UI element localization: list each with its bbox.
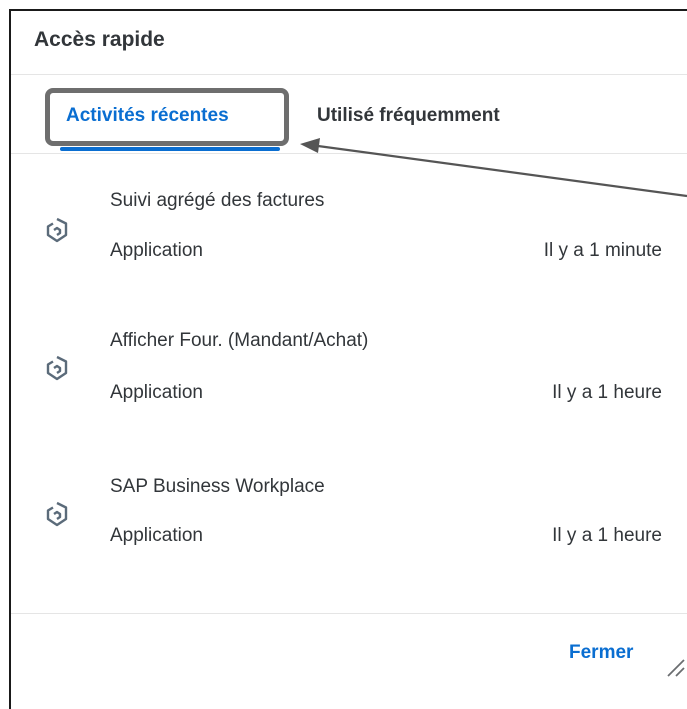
app-icon [46,501,68,527]
list-item-time: Il y a 1 heure [552,382,662,403]
footer-divider [11,613,687,614]
dialog-title: Accès rapide [34,28,165,51]
list-item[interactable]: Afficher Four. (Mandant/Achat) Applicati… [0,318,687,438]
list-item[interactable]: SAP Business Workplace Application Il y … [0,462,687,582]
list-item-time: Il y a 1 minute [543,240,662,261]
list-item-title: Afficher Four. (Mandant/Achat) [110,330,369,351]
tabs-divider [11,153,687,154]
active-tab-indicator [60,147,280,151]
resize-handle-icon[interactable] [664,656,686,678]
list-item-type: Application [110,240,203,261]
tab-frequently-used[interactable]: Utilisé fréquemment [317,105,500,127]
header-divider [11,74,687,75]
list-item-title: SAP Business Workplace [110,476,325,497]
close-button[interactable]: Fermer [569,642,633,664]
annotation-highlight-box [45,88,289,146]
list-item-time: Il y a 1 heure [552,525,662,546]
list-item-type: Application [110,382,203,403]
list-item-title: Suivi agrégé des factures [110,190,325,211]
app-icon [46,217,68,243]
app-icon [46,355,68,381]
list-item-type: Application [110,525,203,546]
list-item[interactable]: Suivi agrégé des factures Application Il… [0,175,687,295]
